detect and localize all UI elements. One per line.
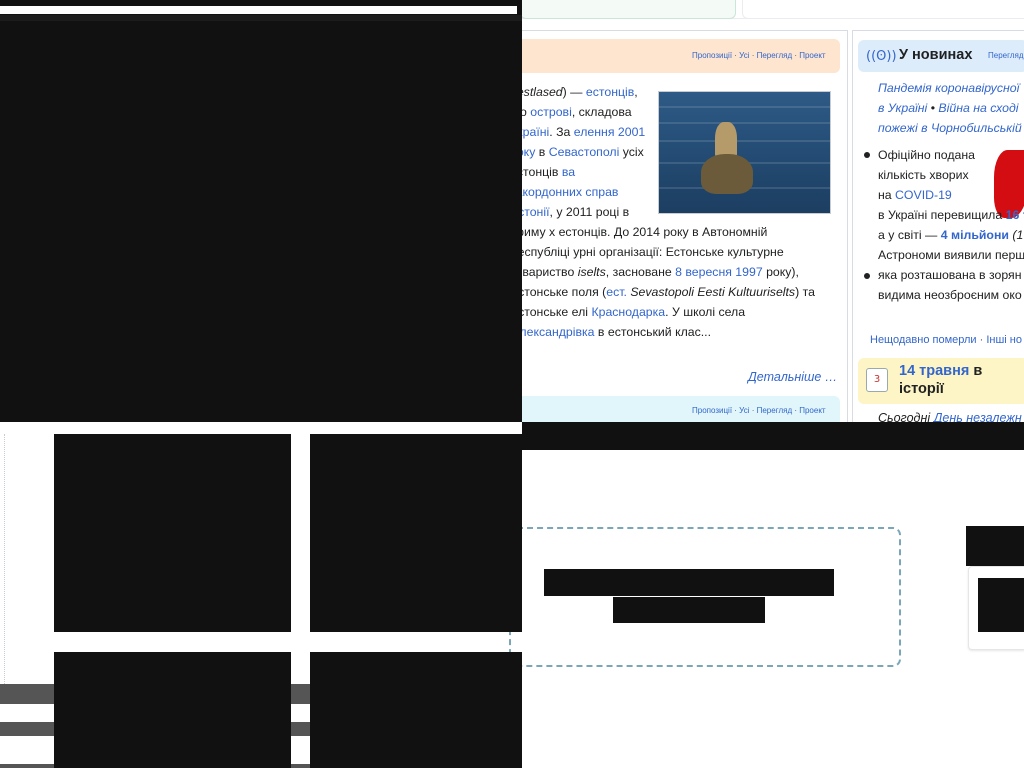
- news-link-fires[interactable]: пожежі в Чорнобильській: [878, 121, 1022, 135]
- thumbnail-tile-4[interactable]: [310, 652, 522, 768]
- featured-text: ) —: [562, 85, 586, 99]
- covid-link[interactable]: COVID-19: [895, 188, 952, 202]
- link-project[interactable]: Проект: [799, 51, 825, 60]
- other-news-link[interactable]: Інші но: [986, 334, 1022, 346]
- top-tab-box-right: [742, 0, 1024, 19]
- mid-grey-strip-2: [291, 722, 310, 736]
- overlay-dark-bar: [0, 15, 522, 21]
- dark-overlay-panel: [0, 0, 522, 422]
- link-project-2[interactable]: Проект: [799, 406, 825, 415]
- right-card-redacted: [978, 578, 1024, 632]
- featured-article-header: Пропозиції · Усі · Перегляд · Проект: [500, 39, 840, 73]
- featured-text: поля (: [571, 285, 607, 299]
- featured-text: в: [535, 145, 549, 159]
- featured-text: . У школі села: [665, 305, 746, 319]
- featured-italic-text: iselts: [577, 265, 606, 279]
- featured-text: , засноване: [605, 265, 676, 279]
- news-link-war[interactable]: Війна на сході: [938, 101, 1018, 115]
- drop-zone-redacted-text-2: [613, 597, 765, 623]
- link-view-2[interactable]: Перегляд: [757, 406, 793, 415]
- calendar-icon: 3: [866, 368, 888, 392]
- recent-deaths-link[interactable]: Нещодавно померли: [870, 334, 977, 346]
- mid-grey-strip-1: [291, 684, 310, 704]
- featured-text: елі: [571, 305, 592, 319]
- link-all[interactable]: Усі: [739, 51, 749, 60]
- featured-link[interactable]: Олександрівка: [510, 325, 595, 339]
- news-item-covid-cont: в Україні перевищила 16 ти а у світі — 4…: [862, 205, 1024, 245]
- news-link-pandemic[interactable]: Пандемія коронавірусної: [878, 81, 1019, 95]
- left-dotted-divider: [4, 434, 5, 684]
- featured-header-links: Пропозиції · Усі · Перегляд · Проект: [692, 51, 826, 60]
- covid-ukraine-count-link[interactable]: 16 ти: [1006, 208, 1024, 222]
- date-link[interactable]: 14 травня: [899, 363, 969, 379]
- featured-text: в естонський клас...: [594, 325, 712, 339]
- link-proposals[interactable]: Пропозиції: [692, 51, 732, 60]
- drop-zone-redacted-text-1: [544, 569, 834, 596]
- featured-text: . За: [549, 125, 574, 139]
- link-view[interactable]: Перегляд: [757, 51, 793, 60]
- image-float-spacer: [650, 82, 830, 222]
- featured-link[interactable]: естонців: [586, 85, 634, 99]
- featured-list-header-links: Пропозиції · Усі · Перегляд · Проект: [692, 406, 826, 415]
- left-grey-strip-1: [0, 684, 54, 704]
- read-more-link[interactable]: Детальніше …: [748, 370, 837, 384]
- globe-icon: ((ʘ)): [866, 49, 897, 64]
- right-redacted-header: [966, 526, 1024, 566]
- news-top-links: Пандемія коронавірусної в Україні • Війн…: [878, 81, 1022, 135]
- featured-italic-text: Sevastopoli Eesti Kultuuriselts: [630, 285, 796, 299]
- news-view-link[interactable]: Перегляд: [988, 51, 1024, 60]
- thumbnail-tile-1[interactable]: [54, 434, 291, 632]
- featured-article-text: eestlased) — естонців, що острові, склад…: [510, 82, 830, 342]
- top-tab-box-left: [520, 0, 736, 19]
- news-footer-links: Нещодавно померли · Інші но: [870, 334, 1022, 346]
- covid-world-count-link[interactable]: 4 мільйони: [941, 228, 1009, 242]
- link-all-2[interactable]: Усі: [739, 406, 749, 415]
- thumbnail-tile-3[interactable]: [54, 652, 291, 768]
- featured-text: , складова: [571, 105, 632, 119]
- news-link-ukraine[interactable]: в Україні: [878, 101, 927, 115]
- news-item-astronomy: Астрономи виявили перш яка розташована в…: [878, 248, 1024, 302]
- thumbnail-tile-2[interactable]: [310, 434, 522, 632]
- news-title: У новинах: [899, 47, 973, 63]
- featured-link[interactable]: Севастополі: [549, 145, 620, 159]
- lower-top-band: [522, 422, 1024, 450]
- history-title: 14 травня в історії: [899, 363, 983, 397]
- left-grey-strip-2: [0, 722, 54, 736]
- link-proposals-2[interactable]: Пропозиції: [692, 406, 732, 415]
- left-grey-strip-3: [0, 764, 54, 768]
- news-item-covid: Офіційно подана кількість хворих на COVI…: [878, 148, 975, 202]
- featured-link[interactable]: Краснодарка: [591, 305, 665, 319]
- featured-link[interactable]: ест.: [606, 285, 627, 299]
- overlay-white-bar: [0, 6, 517, 14]
- featured-link[interactable]: 8 вересня 1997: [675, 265, 763, 279]
- news-bullets: Офіційно подана кількість хворих на COVI…: [862, 145, 1024, 305]
- mid-grey-strip-3: [291, 764, 310, 768]
- featured-link[interactable]: острові: [530, 105, 572, 119]
